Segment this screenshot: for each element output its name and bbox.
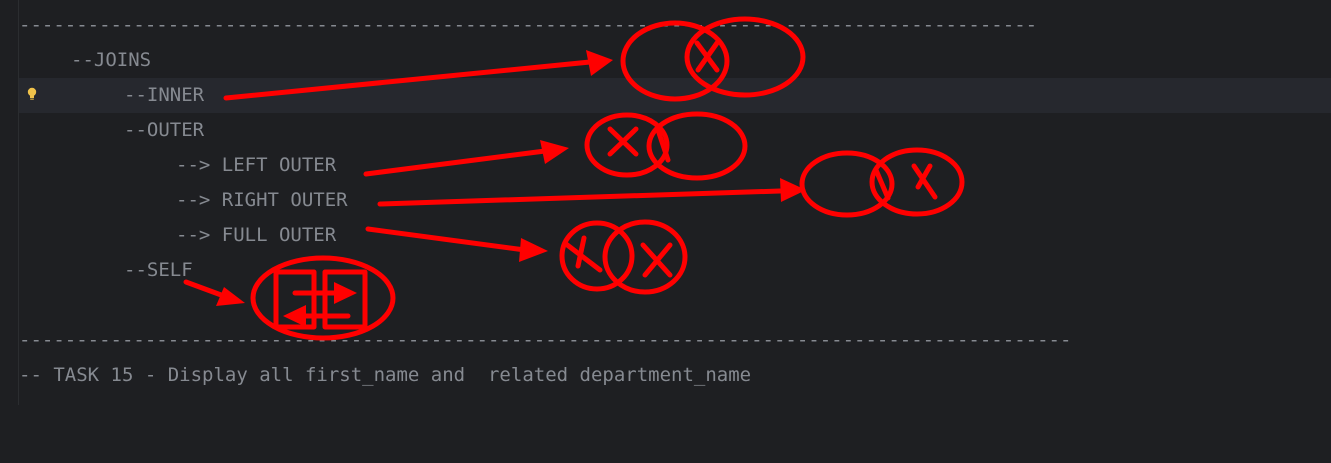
code-line-joins: --JOINS xyxy=(19,43,1331,78)
code-line-left-outer: --> LEFT OUTER xyxy=(19,148,1331,183)
code-line-self: --SELF xyxy=(19,253,1331,288)
code-line-inner: --INNER xyxy=(19,78,1331,113)
code-text: ----------------------------------------… xyxy=(19,329,1072,351)
code-text: --JOINS xyxy=(71,49,152,71)
editor-gutter xyxy=(0,0,19,405)
code-text: --> LEFT OUTER xyxy=(176,154,337,176)
code-line-right-outer: --> RIGHT OUTER xyxy=(19,183,1331,218)
code-text: --OUTER xyxy=(124,119,205,141)
code-text: --> RIGHT OUTER xyxy=(176,189,348,211)
code-line-full-outer: --> FULL OUTER xyxy=(19,218,1331,253)
lightbulb-icon[interactable] xyxy=(26,86,38,102)
code-text: ----------------------------------------… xyxy=(19,14,1038,36)
code-line-outer: --OUTER xyxy=(19,113,1331,148)
separator-line: ----------------------------------------… xyxy=(19,323,1331,358)
code-editor[interactable]: ----------------------------------------… xyxy=(19,0,1331,405)
separator-line: ----------------------------------------… xyxy=(19,8,1331,43)
code-text: --> FULL OUTER xyxy=(176,224,337,246)
code-text: --SELF xyxy=(124,259,193,281)
code-text: -- TASK 15 - Display all first_name and … xyxy=(19,364,752,386)
code-text: --INNER xyxy=(124,84,205,106)
code-line-task: -- TASK 15 - Display all first_name and … xyxy=(19,358,1331,393)
